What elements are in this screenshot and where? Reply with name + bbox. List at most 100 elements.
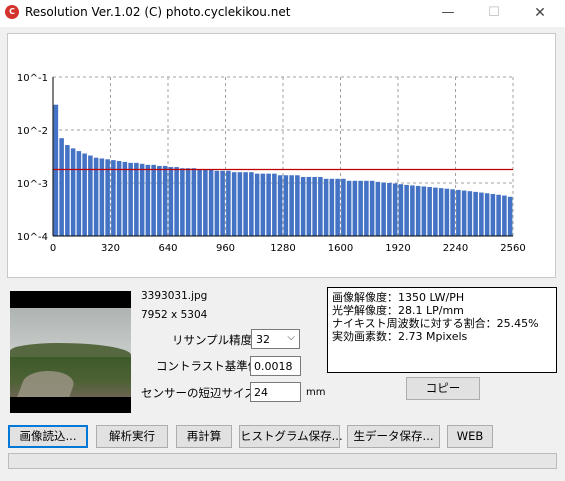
histogram-bar [145, 164, 151, 236]
histogram-bar [381, 182, 386, 236]
result-image-resolution: 画像解像度：1350 LW/PH [332, 291, 465, 304]
y-tick-label: 10^-1 [17, 73, 48, 84]
histogram-bar [260, 173, 266, 236]
minimize-button[interactable]: — [428, 0, 468, 27]
histogram-bar [174, 167, 179, 236]
histogram-bar [197, 169, 202, 236]
histogram-bar [277, 175, 283, 236]
histogram-bar [128, 162, 133, 236]
x-tick-label: 2240 [443, 243, 468, 254]
histogram-bar [473, 191, 478, 236]
image-size: 7952 x 5304 [141, 309, 208, 321]
results-box: 画像解像度：1350 LW/PH 光学解像度：28.1 LP/mm ナイキスト周… [327, 287, 557, 373]
histogram-bar [70, 148, 76, 236]
histogram-bar [444, 188, 450, 236]
x-tick-label: 1600 [328, 243, 353, 254]
histogram-bar [507, 196, 513, 236]
histogram-bar [254, 173, 260, 236]
histogram-bar [266, 173, 271, 236]
chevron-down-icon: ⌵ [287, 332, 295, 343]
resample-value: 32 [256, 333, 270, 346]
histogram-chart-panel: 10^-1 10^-2 10^-3 10^-4 0 320 640 960 1280 1600 19… [7, 33, 556, 278]
histogram-bar [392, 183, 398, 236]
x-tick-label: 1920 [385, 243, 410, 254]
load-image-button[interactable]: 画像読込... [8, 425, 88, 448]
histogram-bar [82, 153, 87, 236]
histogram-bar [404, 184, 409, 236]
histogram-chart: 10^-1 10^-2 10^-3 10^-40 320 640 960 1280 1600 19… [17, 73, 526, 254]
histogram-bar [323, 178, 329, 236]
sensor-size-label: センサーの短辺サイズ [141, 386, 256, 400]
x-tick-label: 1280 [270, 243, 295, 254]
histogram-bar [180, 168, 185, 236]
y-tick-label: 10^-3 [17, 179, 48, 190]
histogram-bar [231, 172, 237, 236]
histogram-bar [122, 161, 128, 236]
copy-button[interactable]: コピー [406, 377, 480, 400]
histogram-bar [352, 180, 358, 236]
x-tick-label: 960 [216, 243, 235, 254]
window-title: Resolution Ver.1.02 (C) photo.cyclekikou… [25, 5, 291, 19]
histogram-bar [438, 188, 444, 236]
histogram-bar [312, 176, 317, 236]
histogram-bar [398, 184, 404, 236]
histogram-bar [467, 191, 473, 236]
image-thumbnail [10, 291, 131, 413]
histogram-bar [358, 180, 363, 236]
progress-bar [8, 453, 557, 469]
histogram-bar [502, 195, 507, 236]
analyze-button[interactable]: 解析実行 [96, 425, 168, 448]
histogram-bar [220, 170, 225, 236]
histogram-bar [272, 173, 277, 236]
contrast-input[interactable] [250, 356, 301, 376]
sensor-unit: mm [306, 387, 326, 398]
histogram-bar [375, 181, 381, 236]
histogram-bar [346, 180, 352, 236]
save-histogram-button[interactable]: ヒストグラム保存... [239, 425, 343, 448]
histogram-bar [237, 172, 243, 236]
x-tick-label: 320 [101, 243, 120, 254]
histogram-bar [364, 180, 369, 236]
recalculate-button[interactable]: 再計算 [176, 425, 232, 448]
histogram-bar [496, 194, 501, 236]
histogram-bar [456, 189, 461, 236]
histogram-bar [341, 178, 346, 236]
resample-label: リサンプル精度 [172, 333, 253, 347]
app-icon: C [5, 5, 19, 19]
histogram-bar [249, 172, 254, 236]
histogram-bar [134, 162, 139, 236]
close-button[interactable]: ✕ [520, 0, 560, 27]
histogram-bar [88, 155, 93, 236]
contrast-label: コントラスト基準値 [156, 359, 260, 373]
title-bar: C Resolution Ver.1.02 (C) photo.cyclekik… [0, 0, 565, 27]
histogram-bar [490, 194, 496, 236]
resample-select[interactable]: 32 ⌵ [251, 329, 300, 349]
histogram-bar [387, 183, 392, 236]
histogram-bar [410, 185, 415, 236]
x-tick-label: 0 [50, 243, 56, 254]
histogram-bar [99, 158, 105, 236]
histogram-bar [427, 187, 432, 236]
file-name: 3393031.jpg [141, 290, 208, 302]
histogram-bar [300, 176, 306, 236]
histogram-bar [369, 180, 375, 236]
histogram-bar [203, 169, 208, 236]
sensor-size-input[interactable] [250, 382, 301, 402]
maximize-button[interactable]: ☐ [474, 0, 514, 27]
histogram-bar [116, 161, 122, 236]
histogram-bar [208, 169, 214, 236]
x-tick-label: 2560 [500, 243, 525, 254]
histogram-bar [214, 170, 220, 236]
histogram-bar [191, 168, 197, 236]
histogram-bar [479, 192, 484, 236]
histogram-bar [295, 175, 300, 236]
result-nyquist-ratio: ナイキスト周波数に対する割合：25.45% [332, 317, 539, 330]
histogram-bar [318, 176, 323, 236]
web-button[interactable]: WEB [447, 425, 493, 448]
histogram-bar [306, 176, 312, 236]
histogram-bar [105, 159, 110, 236]
y-tick-label: 10^-2 [17, 126, 48, 137]
histogram-bar [461, 190, 467, 236]
save-raw-data-button[interactable]: 生データ保存... [347, 425, 440, 448]
histogram-bar [162, 165, 168, 236]
